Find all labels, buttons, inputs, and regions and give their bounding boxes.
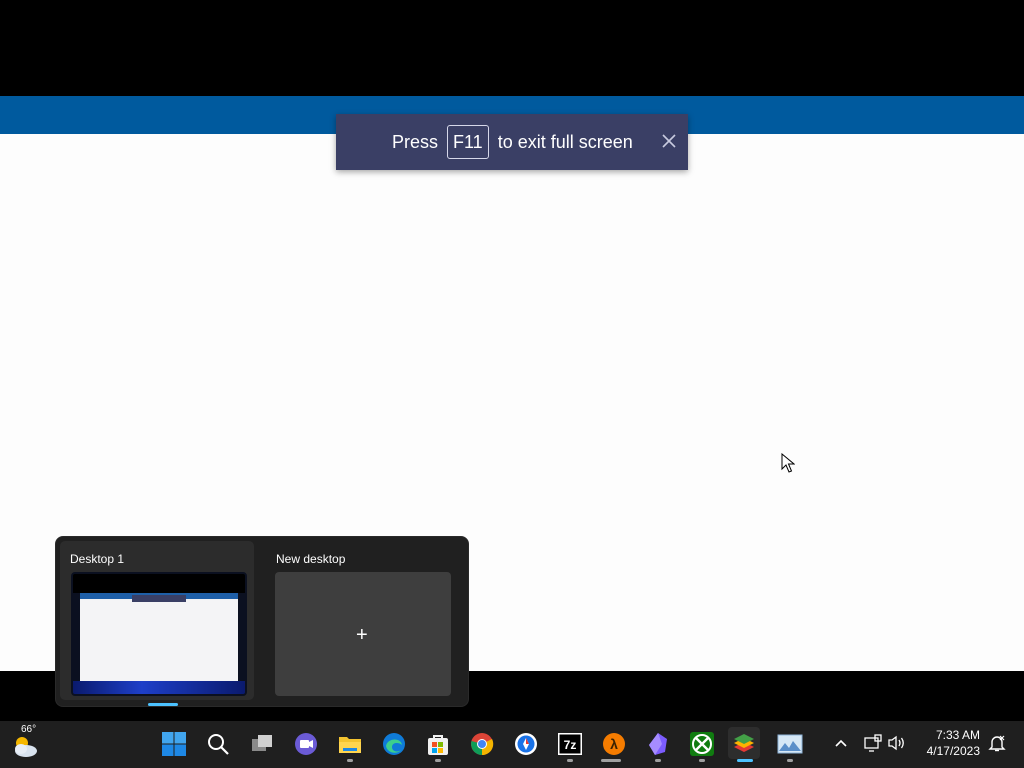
running-indicator	[655, 759, 661, 762]
system-clock[interactable]: 7:33 AM 4/17/2023	[918, 727, 980, 759]
top-black-bar	[0, 0, 1024, 96]
desktop-wallpaper-icon[interactable]	[777, 731, 803, 757]
file-explorer-icon[interactable]	[337, 731, 363, 757]
active-app-indicator	[737, 759, 753, 762]
search-icon[interactable]	[205, 731, 231, 757]
active-desktop-indicator	[148, 703, 178, 706]
running-indicator	[567, 759, 573, 762]
windows-start-icon[interactable]	[161, 731, 187, 757]
network-icon[interactable]	[863, 733, 883, 753]
toast-exit-text: to exit full screen	[497, 131, 633, 152]
new-desktop-label: New desktop	[276, 552, 346, 566]
fullscreen-toast: Press F11 to exit full screen	[336, 114, 688, 170]
close-icon[interactable]	[660, 132, 678, 150]
new-desktop-button[interactable]: +	[275, 572, 451, 696]
virtual-desktops-flyout: Desktop 1 New desktop +	[56, 537, 468, 706]
clock-time: 7:33 AM	[935, 728, 980, 742]
svg-text:7z: 7z	[564, 738, 577, 752]
store-icon[interactable]	[425, 731, 451, 757]
bluestacks-icon[interactable]	[728, 727, 760, 759]
plus-icon: +	[356, 624, 368, 646]
running-indicator	[601, 759, 621, 762]
running-indicator	[787, 759, 793, 762]
half-life-icon[interactable]: λ	[601, 731, 627, 757]
toast-press-text: Press	[392, 131, 439, 152]
desktop-1-card[interactable]: Desktop 1	[60, 541, 254, 706]
svg-text:λ: λ	[610, 736, 618, 752]
running-indicator	[699, 759, 705, 762]
chevron-up-icon[interactable]	[831, 733, 851, 753]
obsidian-icon[interactable]	[645, 731, 671, 757]
chrome-icon[interactable]	[469, 731, 495, 757]
notification-bell-icon[interactable]	[987, 733, 1007, 753]
xbox-icon[interactable]	[689, 731, 715, 757]
edge-icon[interactable]	[381, 731, 407, 757]
taskbar: 66° 7z λ 7:33 AM 4/17/2023	[0, 721, 1024, 768]
volume-icon[interactable]	[887, 733, 907, 753]
7zip-icon[interactable]: 7z	[557, 731, 583, 757]
running-indicator	[347, 759, 353, 762]
desktop-1-thumbnail[interactable]	[71, 572, 247, 696]
desktop-1-label: Desktop 1	[70, 552, 125, 566]
brave-icon[interactable]	[513, 731, 539, 757]
running-indicator	[435, 759, 441, 762]
chat-icon[interactable]	[293, 731, 319, 757]
clock-date: 4/17/2023	[926, 744, 980, 758]
task-view-icon[interactable]	[249, 731, 275, 757]
weather-temperature: 66°	[21, 724, 37, 735]
mouse-cursor-icon	[781, 453, 795, 473]
new-desktop-card[interactable]: New desktop +	[266, 541, 460, 700]
toast-key-f11: F11	[447, 125, 489, 159]
